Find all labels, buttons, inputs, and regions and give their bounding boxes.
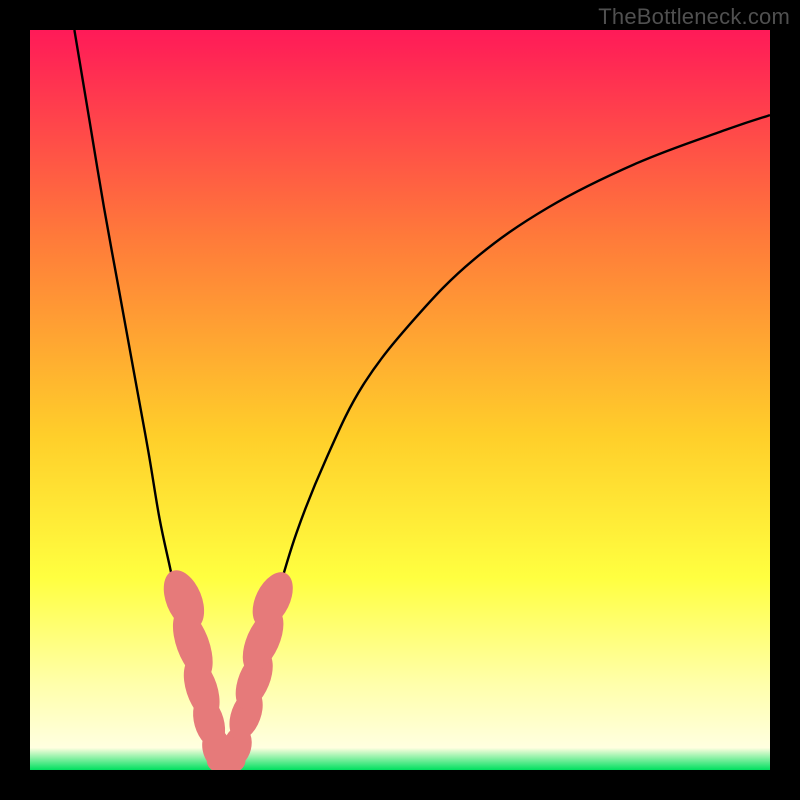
curve-layer — [30, 30, 770, 770]
watermark-text: TheBottleneck.com — [598, 4, 790, 30]
image-frame: TheBottleneck.com — [0, 0, 800, 800]
plot-area — [30, 30, 770, 770]
data-markers — [156, 564, 301, 770]
curve-right-branch — [231, 115, 770, 763]
data-marker — [244, 566, 301, 634]
